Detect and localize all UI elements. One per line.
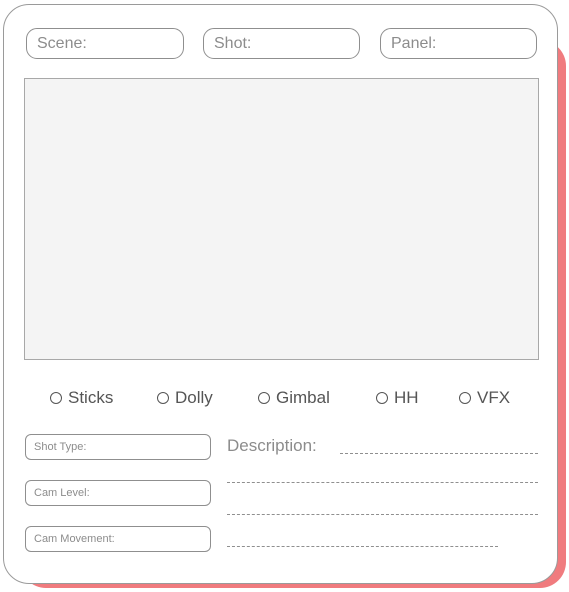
- option-hh[interactable]: HH: [376, 388, 419, 408]
- option-label: Dolly: [175, 388, 213, 407]
- shot-field[interactable]: Shot:: [203, 28, 360, 59]
- cam-level-label: Cam Level:: [34, 487, 90, 499]
- radio-icon[interactable]: [459, 392, 471, 404]
- description-line-3[interactable]: [227, 514, 538, 515]
- radio-icon[interactable]: [258, 392, 270, 404]
- option-label: Gimbal: [276, 388, 330, 407]
- option-label: VFX: [477, 388, 511, 407]
- radio-icon[interactable]: [50, 392, 62, 404]
- cam-level-field[interactable]: Cam Level:: [25, 480, 211, 506]
- option-sticks[interactable]: Sticks: [50, 388, 113, 408]
- panel-field[interactable]: Panel:: [380, 28, 537, 59]
- description-line-2[interactable]: [227, 482, 538, 483]
- shot-label: Shot:: [214, 34, 252, 52]
- cam-movement-field[interactable]: Cam Movement:: [25, 526, 211, 552]
- option-vfx[interactable]: VFX: [459, 388, 510, 408]
- scene-field[interactable]: Scene:: [26, 28, 184, 59]
- scene-label: Scene:: [37, 34, 87, 52]
- option-gimbal[interactable]: Gimbal: [258, 388, 330, 408]
- option-label: Sticks: [68, 388, 114, 407]
- panel-label: Panel:: [391, 34, 437, 52]
- storyboard-frame[interactable]: [24, 78, 539, 360]
- option-dolly[interactable]: Dolly: [157, 388, 213, 408]
- radio-icon[interactable]: [376, 392, 388, 404]
- option-label: HH: [394, 388, 419, 407]
- shot-type-field[interactable]: Shot Type:: [25, 434, 211, 460]
- description-label: Description:: [227, 436, 317, 455]
- description-line-1[interactable]: [340, 453, 538, 454]
- radio-icon[interactable]: [157, 392, 169, 404]
- shot-type-label: Shot Type:: [34, 441, 87, 453]
- description-line-4[interactable]: [227, 546, 498, 547]
- cam-movement-label: Cam Movement:: [34, 533, 115, 545]
